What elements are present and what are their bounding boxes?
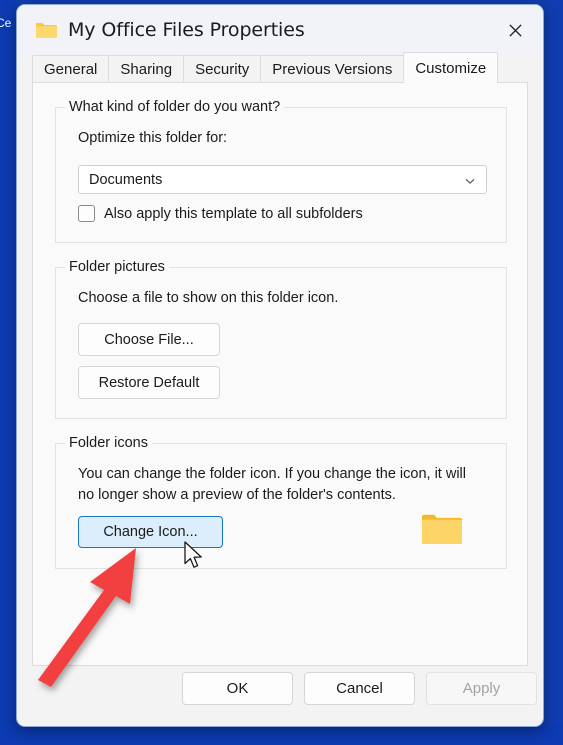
optimize-for-value: Documents: [89, 171, 163, 188]
apply-template-checkbox[interactable]: [78, 205, 95, 222]
background-window-text-fragment: Ce: [0, 16, 12, 30]
choose-file-button[interactable]: Choose File...: [78, 323, 220, 356]
dialog-button-bar: OK Cancel Apply: [17, 658, 543, 726]
cancel-button[interactable]: Cancel: [304, 672, 415, 705]
close-icon[interactable]: [495, 14, 535, 46]
tabstrip: General Sharing Security Previous Versio…: [17, 52, 543, 83]
optimize-for-combobox[interactable]: Documents: [78, 165, 487, 194]
folder-pictures-group-title: Folder pictures: [65, 259, 169, 275]
folder-icons-description: You can change the folder icon. If you c…: [78, 466, 466, 503]
apply-template-label: Also apply this template to all subfolde…: [104, 205, 363, 222]
change-icon-button[interactable]: Change Icon...: [78, 516, 223, 548]
folder-icon: [420, 511, 464, 547]
customize-tab-panel: What kind of folder do you want? Optimiz…: [32, 82, 528, 666]
folder-pictures-group: Folder pictures Choose a file to show on…: [55, 259, 507, 419]
folder-kind-group-title: What kind of folder do you want?: [65, 99, 285, 115]
chevron-down-icon: [464, 174, 476, 186]
dialog-titlebar: My Office Files Properties: [17, 5, 543, 55]
tab-security[interactable]: Security: [183, 55, 262, 83]
folder-kind-group: What kind of folder do you want? Optimiz…: [55, 99, 507, 243]
ok-button[interactable]: OK: [182, 672, 293, 705]
optimize-folder-label: Optimize this folder for:: [78, 130, 228, 146]
folder-icons-group-title: Folder icons: [65, 435, 152, 451]
backdrop-left-strip: [0, 0, 16, 745]
tab-sharing[interactable]: Sharing: [108, 55, 185, 83]
folder-properties-dialog: My Office Files Properties General Shari…: [16, 4, 544, 727]
restore-default-button[interactable]: Restore Default: [78, 366, 220, 399]
tab-previous-versions[interactable]: Previous Versions: [260, 55, 405, 83]
folder-pictures-description: Choose a file to show on this folder ico…: [78, 290, 339, 306]
apply-template-checkbox-row[interactable]: Also apply this template to all subfolde…: [78, 205, 363, 222]
folder-icon: [35, 21, 57, 39]
tab-general[interactable]: General: [32, 55, 110, 83]
apply-button: Apply: [426, 672, 537, 705]
folder-icons-group: Folder icons You can change the folder i…: [55, 435, 507, 569]
dialog-title: My Office Files Properties: [68, 19, 305, 41]
tab-customize[interactable]: Customize: [403, 52, 499, 83]
